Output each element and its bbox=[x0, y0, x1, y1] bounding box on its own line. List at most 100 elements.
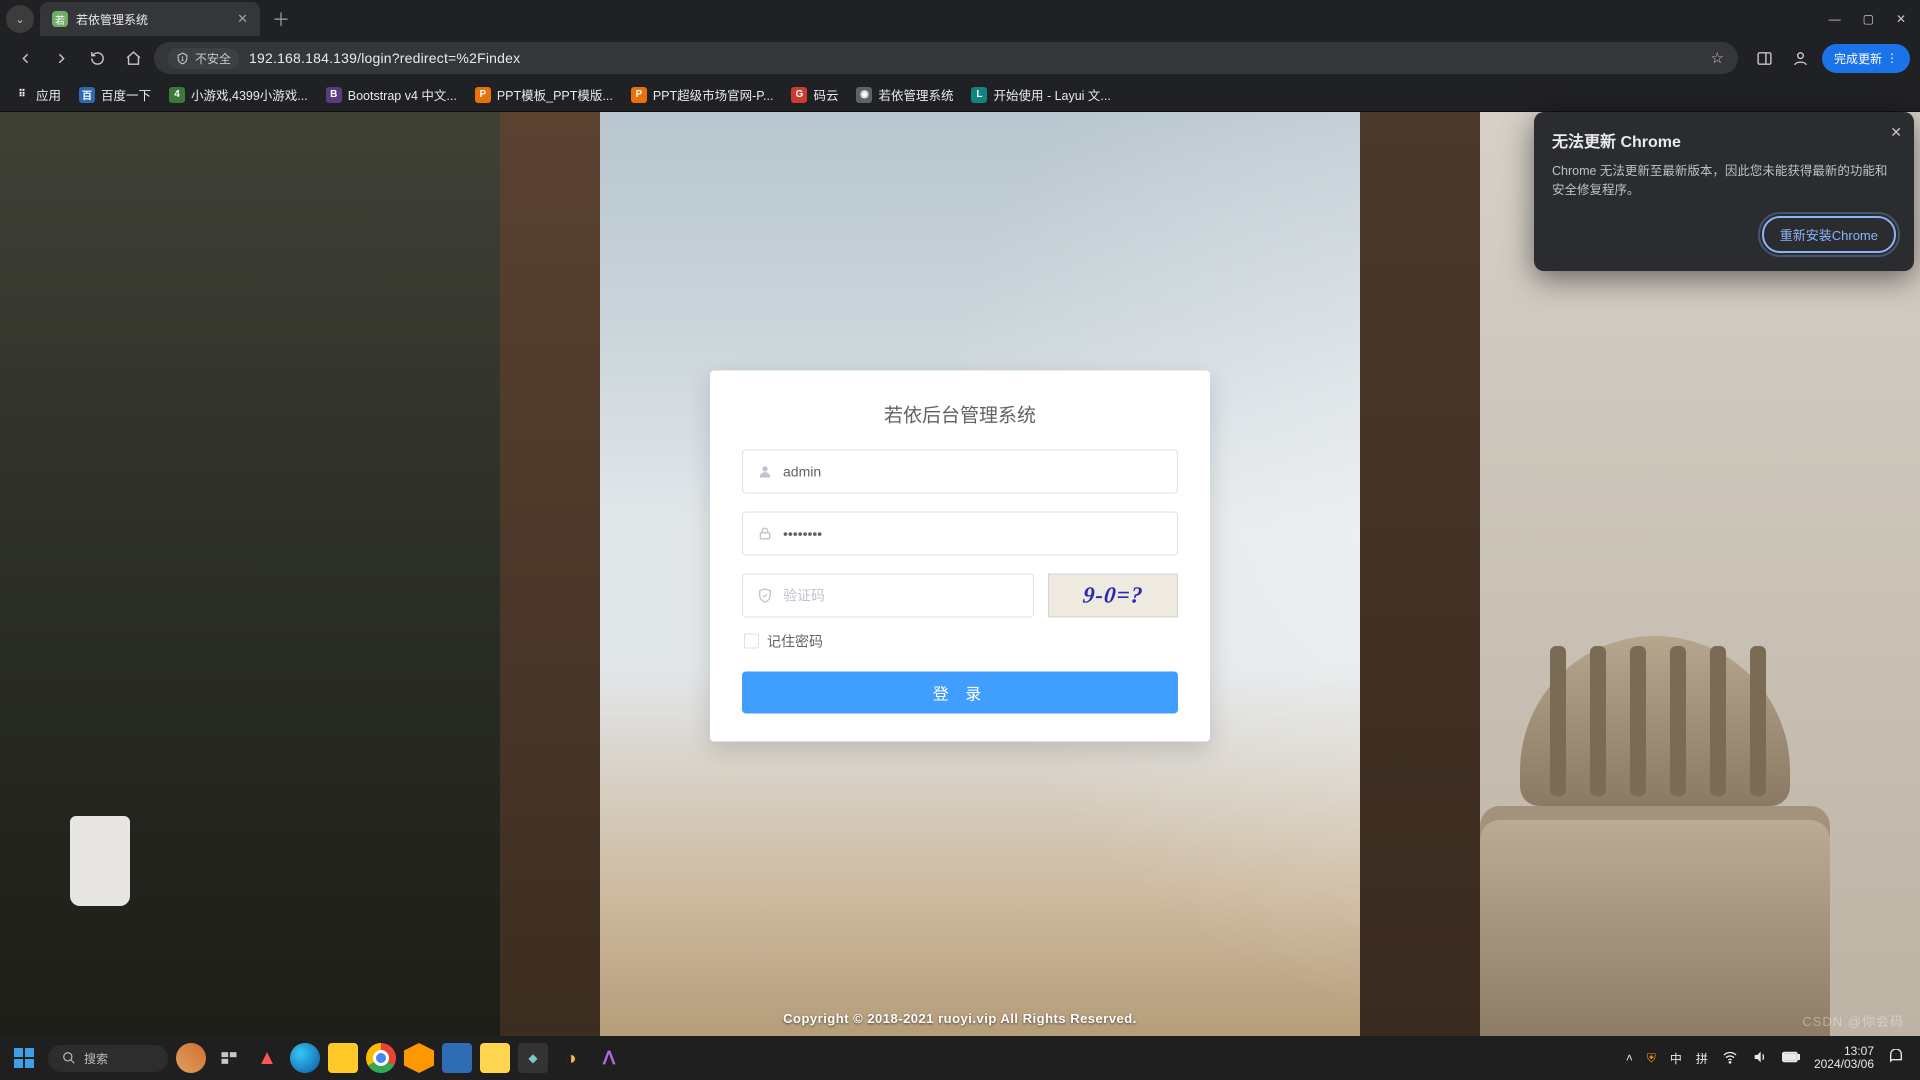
taskbar-app-1[interactable] bbox=[176, 1043, 206, 1073]
bookmark-favicon: L bbox=[971, 87, 987, 103]
login-card: 若依后台管理系统 9-0=? bbox=[710, 370, 1210, 741]
maximize-icon[interactable]: ▢ bbox=[1863, 12, 1874, 26]
shield-check-icon bbox=[755, 587, 775, 603]
remember-password[interactable]: 记住密码 bbox=[744, 631, 1178, 651]
popup-close-icon[interactable]: ✕ bbox=[1890, 124, 1902, 141]
bookmark-item[interactable]: G 码云 bbox=[791, 85, 838, 104]
bookmark-favicon: ⠿ bbox=[14, 87, 30, 103]
forward-button[interactable] bbox=[46, 43, 76, 73]
battery-icon[interactable] bbox=[1782, 1051, 1800, 1066]
popup-body: Chrome 无法更新至最新版本，因此您未能获得最新的功能和安全修复程序。 bbox=[1552, 162, 1896, 200]
tab-favicon: 若 bbox=[52, 11, 68, 27]
browser-tab[interactable]: 若 若依管理系统 ✕ bbox=[40, 2, 260, 36]
bookmark-item[interactable]: P PPT模板_PPT模版... bbox=[475, 85, 613, 104]
bookmark-favicon: B bbox=[326, 87, 342, 103]
ime-language[interactable]: 中 bbox=[1670, 1050, 1682, 1067]
bookmark-label: Bootstrap v4 中文... bbox=[348, 85, 457, 104]
chrome-icon[interactable] bbox=[366, 1043, 396, 1073]
bookmarks-bar: ⠿应用百百度一下 4小游戏,4399小游戏... B Bootstrap v4 中文.… bbox=[0, 78, 1920, 112]
url-text: 192.168.184.139/login?redirect=%2Findex bbox=[249, 50, 520, 66]
bookmark-label: 码云 bbox=[813, 85, 838, 104]
bookmark-item[interactable]: PPPT超级市场官网-P... bbox=[631, 85, 774, 104]
bookmark-star-icon[interactable]: ☆ bbox=[1711, 49, 1724, 67]
bookmark-favicon: G bbox=[791, 87, 807, 103]
taskbar-clock[interactable]: 13:07 2024/03/06 bbox=[1814, 1045, 1874, 1071]
bookmark-item[interactable]: B Bootstrap v4 中文... bbox=[326, 85, 457, 104]
reinstall-chrome-button[interactable]: 重新安装Chrome bbox=[1762, 216, 1896, 253]
clock-date: 2024/03/06 bbox=[1814, 1058, 1874, 1071]
update-chrome-button[interactable]: 完成更新⋮ bbox=[1822, 44, 1910, 73]
system-tray: ˄ ⛨ 中 拼 13:07 2024/03/06 bbox=[1626, 1045, 1912, 1071]
bookmark-label: 开始使用 - Layui 文... bbox=[993, 85, 1110, 104]
new-tab-button[interactable]: ＋ bbox=[260, 6, 302, 32]
bookmark-item[interactable]: 百百度一下 bbox=[79, 85, 151, 104]
file-explorer-icon[interactable] bbox=[328, 1043, 358, 1073]
close-icon[interactable]: ✕ bbox=[237, 11, 248, 27]
taskbar-app-pic[interactable]: ◆ bbox=[518, 1043, 548, 1073]
browser-toolbar: 不安全 192.168.184.139/login?redirect=%2Fin… bbox=[0, 38, 1920, 78]
bookmark-label: PPT模板_PPT模版... bbox=[497, 85, 613, 104]
browser-chrome: ⌄ 若 若依管理系统 ✕ ＋ — ▢ ✕ 不安全 192.168.184.139… bbox=[0, 0, 1920, 112]
captcha-input[interactable] bbox=[783, 587, 1021, 603]
tray-shield-icon[interactable]: ⛨ bbox=[1647, 1051, 1656, 1066]
search-icon bbox=[62, 1051, 76, 1065]
task-view-icon[interactable] bbox=[214, 1043, 244, 1073]
security-chip[interactable]: 不安全 bbox=[168, 48, 239, 69]
taskbar-app-pot[interactable] bbox=[480, 1043, 510, 1073]
edge-icon[interactable] bbox=[290, 1043, 320, 1073]
ime-mode[interactable]: 拼 bbox=[1696, 1050, 1708, 1067]
security-label: 不安全 bbox=[195, 50, 231, 67]
captcha-image[interactable]: 9-0=? bbox=[1048, 573, 1178, 617]
address-bar[interactable]: 不安全 192.168.184.139/login?redirect=%2Fin… bbox=[154, 42, 1738, 74]
volume-icon[interactable] bbox=[1752, 1049, 1768, 1068]
bookmark-label: 百度一下 bbox=[101, 85, 151, 104]
captcha-field[interactable] bbox=[742, 573, 1034, 617]
home-button[interactable] bbox=[118, 43, 148, 73]
bookmark-item[interactable]: ⠿应用 bbox=[14, 85, 61, 104]
minimize-icon[interactable]: — bbox=[1829, 12, 1841, 26]
bookmark-favicon: P bbox=[475, 87, 491, 103]
tab-search-button[interactable]: ⌄ bbox=[6, 5, 34, 33]
remember-label: 记住密码 bbox=[767, 631, 823, 651]
chrome-update-popup: ✕ 无法更新 Chrome Chrome 无法更新至最新版本，因此您未能获得最新… bbox=[1534, 112, 1914, 271]
password-input[interactable] bbox=[783, 525, 1165, 541]
user-icon bbox=[755, 463, 775, 479]
bookmark-favicon: P bbox=[631, 87, 647, 103]
back-button[interactable] bbox=[10, 43, 40, 73]
bookmark-item[interactable]: 4小游戏,4399小游戏... bbox=[169, 85, 308, 104]
captcha-text: 9-0=? bbox=[1081, 582, 1144, 608]
taskbar-app-notif[interactable]: ▲ bbox=[252, 1043, 282, 1073]
tray-chevron-icon[interactable]: ˄ bbox=[1626, 1051, 1633, 1065]
taskbar-app-circle[interactable]: ◑ bbox=[556, 1043, 586, 1073]
login-button[interactable]: 登 录 bbox=[742, 671, 1178, 713]
watermark: CSDN @你会码 bbox=[1802, 1011, 1904, 1030]
taskbar-app-shield[interactable] bbox=[404, 1043, 434, 1073]
window-controls: — ▢ ✕ bbox=[1829, 12, 1920, 26]
kebab-icon: ⋮ bbox=[1886, 51, 1898, 65]
tab-strip: ⌄ 若 若依管理系统 ✕ ＋ — ▢ ✕ bbox=[0, 0, 1920, 38]
search-placeholder: 搜索 bbox=[84, 1050, 108, 1067]
password-field[interactable] bbox=[742, 511, 1178, 555]
taskbar-search[interactable]: 搜索 bbox=[48, 1045, 168, 1072]
username-input[interactable] bbox=[783, 463, 1165, 479]
footer-copyright: Copyright © 2018-2021 ruoyi.vip All Righ… bbox=[0, 1011, 1920, 1026]
notification-icon[interactable] bbox=[1888, 1049, 1904, 1068]
start-button[interactable] bbox=[8, 1042, 40, 1074]
reload-button[interactable] bbox=[82, 43, 112, 73]
login-title: 若依后台管理系统 bbox=[742, 400, 1178, 427]
bookmark-item[interactable]: ◉若依管理系统 bbox=[856, 85, 953, 104]
popup-title: 无法更新 Chrome bbox=[1552, 128, 1896, 152]
username-field[interactable] bbox=[742, 449, 1178, 493]
bookmark-item[interactable]: L 开始使用 - Layui 文... bbox=[971, 85, 1110, 104]
windows-taskbar: 搜索 ▲ ◆ ◑ ᐱ ˄ ⛨ 中 拼 13:07 2024/03/06 bbox=[0, 1036, 1920, 1080]
taskbar-app-m[interactable]: ᐱ bbox=[594, 1043, 624, 1073]
wifi-icon[interactable] bbox=[1722, 1049, 1738, 1068]
taskbar-app-vm[interactable] bbox=[442, 1043, 472, 1073]
bookmark-favicon: ◉ bbox=[856, 87, 872, 103]
close-window-icon[interactable]: ✕ bbox=[1896, 12, 1906, 26]
tab-title: 若依管理系统 bbox=[76, 11, 148, 28]
profile-icon[interactable] bbox=[1786, 43, 1816, 73]
remember-checkbox[interactable] bbox=[744, 634, 759, 649]
side-panel-icon[interactable] bbox=[1750, 43, 1780, 73]
lock-icon bbox=[755, 525, 775, 541]
